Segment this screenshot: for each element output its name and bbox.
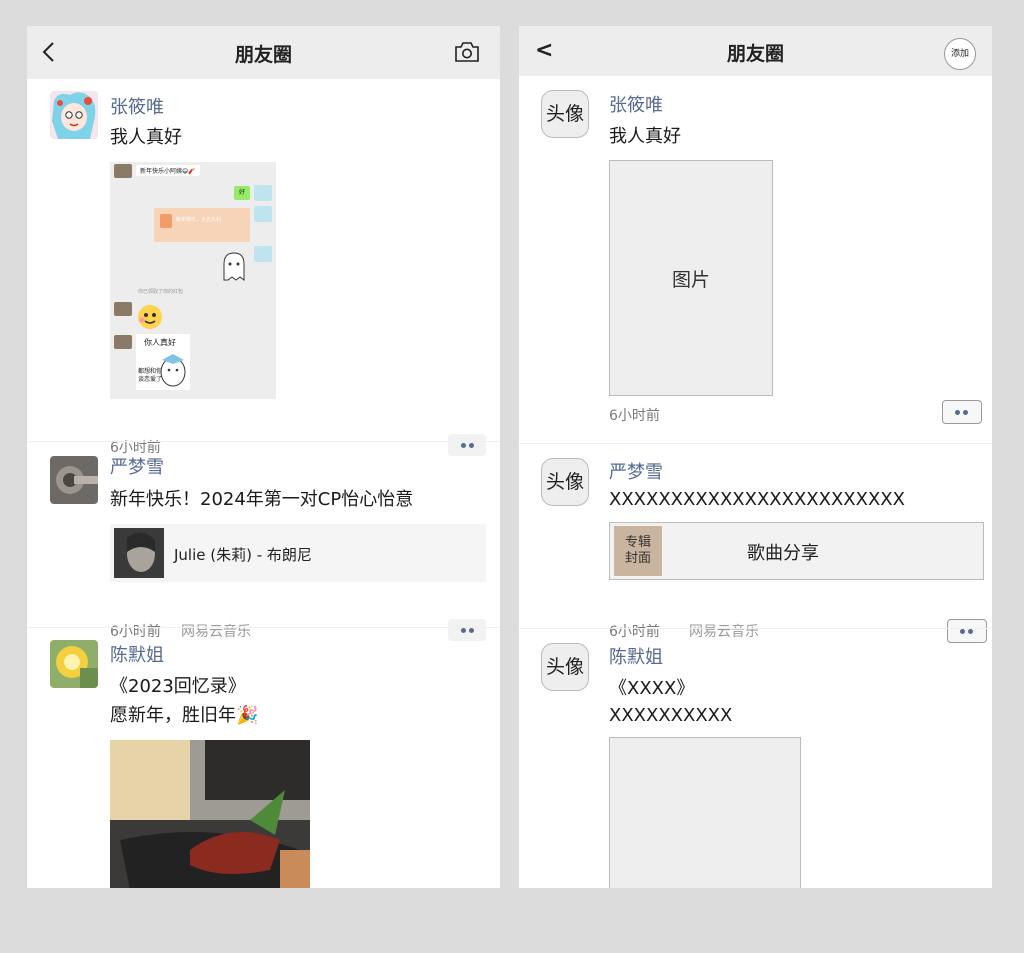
add-button[interactable]: 添加 [944,38,976,70]
cartoon-character-icon [160,354,186,387]
post-text-line: XXXXXXXXXX [609,705,733,726]
avatar [254,206,272,222]
album-cover-label: 专辑 [624,535,651,550]
moments-feed-real: 朋友圈 张筱唯 我人真好 新年快乐小阿姨😄🧨 好 新年快乐，大吉大利 你已领取了… [27,26,500,888]
moment-post: 陈默姐 《2023回忆录》 愿新年，胜旧年🎉 [27,628,500,888]
flower-avatar-image [50,640,98,688]
post-text: 我人真好 [110,127,182,148]
album-cover-label: 封面 [624,551,651,566]
avatar-placeholder[interactable]: 头像 [541,643,589,691]
user-name[interactable]: 严梦雪 [110,453,164,479]
avatar[interactable] [50,640,98,688]
photo-avatar-image [50,456,98,504]
music-title: Julie (朱莉) - 布朗尼 [174,546,312,564]
music-share-card[interactable]: 专辑 封面 歌曲分享 [609,522,984,580]
album-cover-image [114,528,164,578]
camera-icon[interactable] [454,41,480,63]
more-actions-button[interactable] [942,400,982,424]
emoji-face-icon [138,305,162,329]
chat-screenshot-image[interactable]: 新年快乐小阿姨😄🧨 好 新年快乐，大吉大利 你已领取了你的红包 你人真好 都想和… [110,162,276,399]
moments-feed-wireframe: < 朋友圈 添加 头像 张筱唯 我人真好 图片 6小时前 头像 严梦雪 XXXX… [519,26,992,888]
post-text-line: 愿新年，胜旧年🎉 [110,705,259,726]
user-name[interactable]: 张筱唯 [609,91,663,117]
post-text-line: 《2023回忆录》 [110,676,246,697]
image-placeholder-label: 图片 [671,269,710,291]
sticker-image: 你人真好 都想和你谈恋爱了 [136,334,190,390]
post-text: 新年快乐！2024年第一对CP怡心怡意 [110,489,414,510]
music-share-card[interactable]: Julie (朱莉) - 布朗尼 [110,524,486,582]
red-packet-card: 新年快乐，大吉大利 [154,208,250,242]
image-placeholder[interactable] [609,737,801,888]
avatar-placeholder[interactable]: 头像 [541,90,589,138]
album-cover-placeholder: 专辑 封面 [614,526,662,576]
header-bar: < 朋友圈 添加 [519,26,992,76]
chat-bubble: 新年快乐小阿姨😄🧨 [136,165,200,176]
moment-post: 严梦雪 新年快乐！2024年第一对CP怡心怡意 Julie (朱莉) - 布朗尼… [27,442,500,641]
avatar[interactable] [50,91,98,139]
food-photo-image[interactable] [110,740,310,888]
anime-avatar-image [50,91,98,139]
avatar [114,302,132,316]
avatar [114,335,132,349]
user-name[interactable]: 陈默姐 [110,641,164,667]
avatar [254,185,272,201]
moment-post: 张筱唯 我人真好 新年快乐小阿姨😄🧨 好 新年快乐，大吉大利 你已领取了你的红包 [27,79,500,456]
post-time: 6小时前 [609,408,660,424]
red-packet-icon [160,214,172,228]
post-text-line: 《XXXX》 [609,678,695,699]
user-name[interactable]: 张筱唯 [110,93,164,119]
avatar[interactable] [50,456,98,504]
moment-post: 头像 张筱唯 我人真好 图片 6小时前 [519,76,992,443]
ghost-sticker-icon [223,252,245,281]
post-text: XXXXXXXXXXXXXXXXXXXXXXXX [609,489,905,510]
moment-post: 头像 陈默姐 《XXXX》 XXXXXXXXXX [519,629,992,888]
header-bar: 朋友圈 [27,26,500,79]
sticker-caption: 你人真好 [144,338,176,347]
music-title: 歌曲分享 [747,543,819,564]
page-title: 朋友圈 [726,43,784,65]
system-note: 你已领取了你的红包 [138,289,184,295]
moment-post: 头像 严梦雪 XXXXXXXXXXXXXXXXXXXXXXXX 专辑 封面 歌曲… [519,444,992,643]
chat-bubble: 好 [234,186,250,200]
red-packet-text: 新年快乐，大吉大利 [176,217,222,223]
image-placeholder[interactable]: 图片 [609,160,773,396]
avatar [254,246,272,262]
user-name[interactable]: 陈默姐 [609,643,663,669]
avatar-placeholder[interactable]: 头像 [541,458,589,506]
page-title: 朋友圈 [234,44,292,66]
post-text: 我人真好 [609,126,681,147]
user-name[interactable]: 严梦雪 [609,458,663,484]
avatar [114,164,132,178]
